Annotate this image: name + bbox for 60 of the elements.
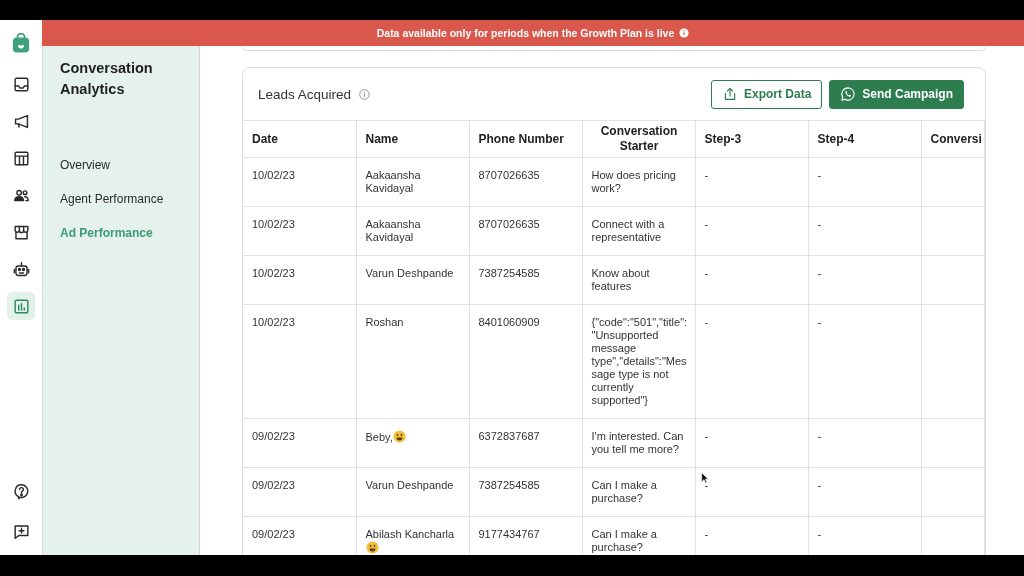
table-cell: - (695, 157, 808, 207)
table-cell: - (695, 255, 808, 305)
table-cell: How does pricing work? (582, 157, 695, 207)
table-cell: Can I make a purchase? (582, 467, 695, 517)
column-header: Step-3 (695, 120, 808, 158)
table-cell: 10/02/23 (243, 255, 356, 305)
sidebar-nav-item[interactable]: Overview (60, 148, 183, 182)
column-header: Phone Number (469, 120, 582, 158)
send-campaign-button[interactable]: Send Campaign (829, 79, 964, 109)
table-cell: - (695, 418, 808, 468)
column-header: Step-4 (808, 120, 921, 158)
banner-text: Data available only for periods when the Growth Plan is live (376, 27, 675, 39)
mouse-pointer-icon (701, 472, 709, 484)
sidebar-nav-item[interactable]: Agent Performance (60, 182, 183, 216)
table-cell: - (808, 304, 921, 419)
name-text: Abilash Kancharla (365, 528, 455, 540)
name-text: Beby, (365, 431, 393, 443)
table-cell: - (808, 206, 921, 256)
table-cell: 09/02/23 (243, 467, 356, 517)
table-cell: 10/02/23 (243, 304, 356, 419)
table-cell: Varun Deshpande (356, 255, 469, 305)
table-cell: Aakaansha Kavidayal (356, 157, 469, 207)
table-cell: 8401060909 (469, 304, 582, 419)
table-cell: Connect with a representative (582, 206, 695, 256)
table-cell: {"code":"501","title":"Unsupported message type","details":"Message type is not currently supported"} (582, 304, 695, 419)
bag-logo-icon[interactable] (12, 33, 30, 53)
table-cell: 6372837687 (469, 418, 582, 468)
table-cell: - (808, 157, 921, 207)
bar-chart-icon (11, 296, 31, 316)
table-cell: 10/02/23 (243, 157, 356, 207)
card-title: Leads Acquired (258, 86, 352, 102)
table-cell: - (808, 255, 921, 305)
table-cell: - (808, 418, 921, 468)
table-cell: 10/02/23 (243, 206, 356, 256)
table-cell: 8707026635 (469, 206, 582, 256)
column-header: Name (356, 120, 469, 158)
table-cell: Varun Deshpande (356, 467, 469, 517)
table-cell: I'm interested. Can you tell me more? (582, 418, 695, 468)
table-cell: 7387254585 (469, 467, 582, 517)
inbox-icon (11, 74, 31, 94)
table-cell: - (695, 206, 808, 256)
table-cell: 8707026635 (469, 157, 582, 207)
column-header: Conversation Starter (582, 120, 695, 158)
table-cell: 09/02/23 (243, 418, 356, 468)
column-header: Conversi (921, 120, 985, 158)
column-header: Date (243, 120, 356, 158)
chat-phone-icon (840, 86, 857, 102)
table-cell: - (808, 467, 921, 517)
info-icon (679, 28, 690, 38)
table-cell: 7387254585 (469, 255, 582, 305)
layout-icon (11, 148, 31, 168)
sidebar-nav-item[interactable]: Ad Performance (60, 216, 183, 250)
table-cell: Know about features (582, 255, 695, 305)
table-cell: - (695, 304, 808, 419)
table-cell: Aakaansha Kavidayal (356, 206, 469, 256)
sidebar-title: Conversation Analytics (60, 59, 154, 99)
help-icon (11, 481, 31, 501)
export-data-button[interactable]: Export Data (710, 79, 823, 109)
table-cell: Roshan (356, 304, 469, 419)
robot-icon (11, 259, 31, 279)
